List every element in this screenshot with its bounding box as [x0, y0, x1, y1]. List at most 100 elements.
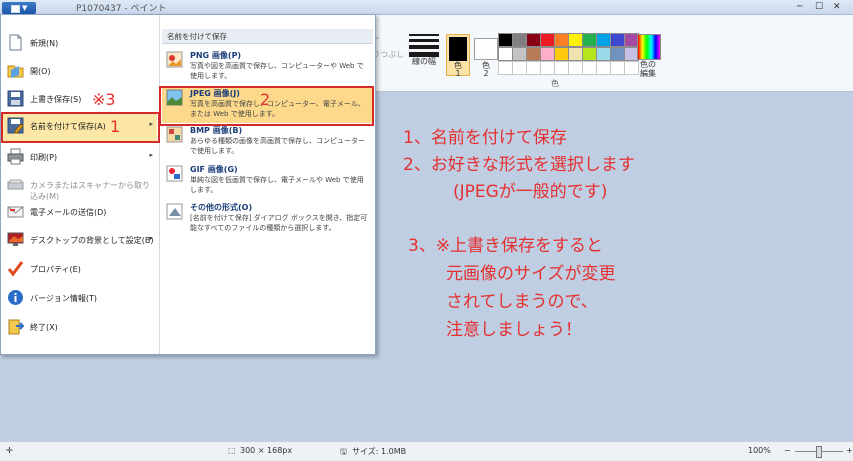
email-icon	[7, 206, 24, 218]
submenu-arrow-icon: ▸	[149, 151, 153, 159]
bmp-icon	[166, 126, 183, 143]
new-doc-icon	[9, 34, 22, 51]
save-as-highlight-box	[1, 112, 160, 143]
palette-color-swatch[interactable]	[554, 61, 569, 75]
palette-color-swatch[interactable]	[526, 47, 541, 61]
menu-item-new[interactable]: 新規(N)	[3, 29, 157, 56]
palette-color-swatch[interactable]	[568, 47, 583, 61]
palette-color-swatch[interactable]	[596, 33, 611, 47]
menu-item-label: 印刷(P)	[30, 153, 58, 162]
menu-item-print[interactable]: 印刷(P) ▸	[3, 143, 157, 170]
format-name: その他の形式(O)	[190, 203, 253, 212]
paint-menu-button[interactable]: ▼	[2, 2, 36, 14]
menu-item-exit[interactable]: 終了(X)	[3, 313, 157, 340]
instruction-line: 1、名前を付けて保存	[403, 128, 567, 148]
format-name: GIF 画像(G)	[190, 165, 238, 174]
maximize-button[interactable]: ☐	[815, 2, 823, 12]
zoom-out-button[interactable]: −	[784, 446, 791, 455]
menu-item-open[interactable]: 開(O)	[3, 57, 157, 84]
submenu-title: 名前を付けて保存	[167, 32, 227, 41]
palette-color-swatch[interactable]	[526, 33, 541, 47]
annotation-mark-save-as: 1	[110, 117, 121, 136]
menu-item-save[interactable]: 上書き保存(S)	[3, 85, 157, 112]
palette-color-swatch[interactable]	[498, 61, 513, 75]
zoom-level: 100%	[748, 446, 771, 455]
file-size: サイズ: 1.0MB	[352, 447, 407, 456]
format-description: あらゆる種類の画像を高画質で保存し、コンピューターで使用します。	[190, 137, 365, 155]
menu-item-send-email[interactable]: 電子メールの送信(D)	[3, 198, 157, 225]
menu-item-label: 開(O)	[30, 67, 51, 76]
color2-swatch	[477, 41, 495, 55]
menu-item-label: デスクトップの背景として設定(B)	[30, 236, 154, 245]
palette-color-swatch[interactable]	[512, 47, 527, 61]
submenu-header: 名前を付けて保存	[162, 29, 373, 44]
edit-colors-button[interactable]	[637, 34, 661, 60]
zoom-slider-thumb[interactable]	[816, 446, 822, 458]
file-menu-commands: 新規(N) 開(O) 上書き保存(S) 名前を付けて保存(A) ▸ 印刷(P) …	[1, 15, 159, 354]
menu-item-set-desktop[interactable]: デスクトップの背景として設定(B) ▸	[3, 226, 157, 253]
save-icon	[7, 90, 24, 107]
palette-color-swatch[interactable]	[582, 33, 597, 47]
palette-color-swatch[interactable]	[554, 33, 569, 47]
palette-color-swatch[interactable]	[568, 61, 583, 75]
format-name: BMP 画像(B)	[190, 126, 243, 135]
chevron-down-icon: ▼	[22, 4, 28, 12]
palette-color-swatch[interactable]	[596, 61, 611, 75]
palette-color-swatch[interactable]	[540, 61, 555, 75]
zoom-in-button[interactable]: +	[846, 446, 853, 455]
close-button[interactable]: ✕	[833, 2, 841, 12]
menu-item-properties[interactable]: プロパティ(E)	[3, 255, 157, 282]
color2-button[interactable]	[474, 38, 498, 60]
line-width-label: 線の幅	[412, 57, 436, 66]
color1-swatch	[449, 37, 467, 61]
submenu-arrow-icon: ▸	[149, 234, 153, 242]
instruction-line: 3、※上書き保存をすると	[408, 236, 604, 256]
palette-color-swatch[interactable]	[526, 61, 541, 75]
colors-group-label: 色	[551, 79, 559, 88]
desktop-icon	[7, 232, 24, 246]
annotation-mark-jpeg: 2	[260, 90, 271, 109]
palette-color-swatch[interactable]	[596, 47, 611, 61]
image-dimensions: 300 × 168px	[240, 446, 293, 455]
instruction-line: (JPEGが一般的です)	[453, 182, 608, 202]
file-menu: 新規(N) 開(O) 上書き保存(S) 名前を付けて保存(A) ▸ 印刷(P) …	[0, 14, 376, 355]
annotation-mark-save: ※3	[92, 90, 116, 109]
palette-color-swatch[interactable]	[610, 47, 625, 61]
window-title: P1070437 - ペイント	[76, 4, 167, 14]
instruction-line: 2、お好きな形式を選択します	[403, 155, 635, 175]
save-as-png[interactable]: PNG 画像(P) 写真や図を高画質で保存し、コンピューターや Web で使用し…	[162, 49, 373, 86]
format-description: 写真や図を高画質で保存し、コンピューターや Web で使用します。	[190, 62, 364, 80]
instruction-line: 元画像のサイズが変更	[446, 264, 616, 284]
palette-color-swatch[interactable]	[610, 61, 625, 75]
palette-color-swatch[interactable]	[498, 47, 513, 61]
menu-item-label: プロパティ(E)	[30, 265, 81, 274]
scanner-icon	[7, 179, 24, 190]
other-format-icon	[166, 203, 183, 220]
save-as-bmp[interactable]: BMP 画像(B) あらゆる種類の画像を高画質で保存し、コンピューターで使用しま…	[162, 124, 373, 161]
palette-color-swatch[interactable]	[540, 47, 555, 61]
menu-item-about[interactable]: バージョン情報(T)	[3, 284, 157, 311]
palette-color-swatch[interactable]	[568, 33, 583, 47]
palette-color-swatch[interactable]	[554, 47, 569, 61]
save-as-other[interactable]: その他の形式(O) [名前を付けて保存] ダイアログ ボックスを開き、指定可能な…	[162, 201, 373, 241]
checkmark-icon	[7, 261, 24, 277]
palette-color-swatch[interactable]	[582, 61, 597, 75]
color2-number: 2	[483, 69, 489, 78]
palette-color-swatch[interactable]	[512, 33, 527, 47]
palette-color-swatch[interactable]	[582, 47, 597, 61]
paint-menu-icon	[11, 5, 20, 13]
save-as-gif[interactable]: GIF 画像(G) 単純な図を低画質で保存し、電子メールや Web で使用します…	[162, 163, 373, 200]
menu-item-label: バージョン情報(T)	[30, 294, 97, 303]
move-icon: ✛	[6, 446, 13, 455]
format-description: 単純な図を低画質で保存し、電子メールや Web で使用します。	[190, 176, 364, 194]
palette-color-swatch[interactable]	[540, 33, 555, 47]
gif-icon	[166, 165, 183, 182]
title-bar: ▼ P1070437 - ペイント ─ ☐ ✕	[0, 0, 853, 15]
palette-color-swatch[interactable]	[610, 33, 625, 47]
palette-color-swatch[interactable]	[498, 33, 513, 47]
palette-color-swatch[interactable]	[512, 61, 527, 75]
minimize-button[interactable]: ─	[797, 2, 802, 12]
status-bar: ✛ ⬚ 300 × 168px 🖫 サイズ: 1.0MB 100% − +	[0, 441, 853, 461]
save-as-submenu: 名前を付けて保存 PNG 画像(P) 写真や図を高画質で保存し、コンピューターや…	[159, 15, 375, 354]
edit-colors-label: 色の 編集	[640, 60, 656, 78]
